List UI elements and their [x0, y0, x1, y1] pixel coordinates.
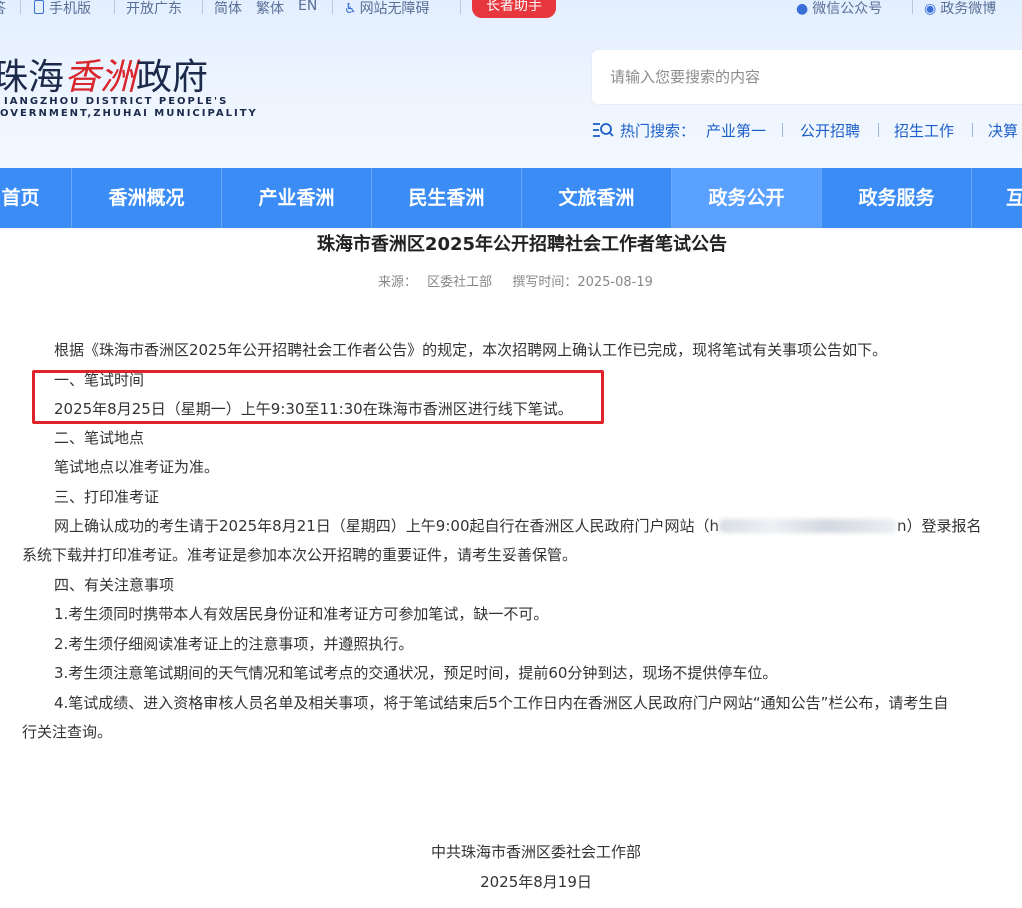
wechat-icon: ● [796, 1, 809, 17]
hot-search-item[interactable]: 决算 [988, 120, 1018, 141]
phone-icon [34, 0, 44, 14]
logo-english-line2: OVERNMENT,ZHUHAI MUNICIPALITY [0, 108, 258, 119]
topbar-separator [460, 0, 461, 14]
redacted-url [719, 519, 897, 533]
search-input[interactable] [608, 64, 1012, 90]
section-text: 网上确认成功的考生请于2025年8月21日（星期四）上午9:00起自行在香洲区人… [54, 515, 982, 536]
nav-item-overview[interactable]: 香洲概况 [72, 168, 221, 228]
topbar-separator [114, 0, 115, 14]
accessibility-icon: ♿ [344, 1, 357, 17]
topbar-separator [202, 0, 203, 14]
topbar-separator [20, 0, 21, 14]
hot-search-item[interactable]: 产业第一 [706, 120, 766, 141]
section-text-part: n）登录报名 [897, 517, 982, 535]
section-heading: 二、笔试地点 [54, 429, 145, 447]
weibo-icon: ◉ [924, 1, 937, 17]
notice-item: 1.考生须同时携带本人有效居民身份证和准考证方可参加笔试，缺一不可。 [54, 605, 549, 623]
article-meta: 来源： 区委社工部 撰写时间：2025-08-19 [378, 271, 653, 290]
wechat-label: 微信公众号 [812, 1, 883, 17]
section-text-part: 网上确认成功的考生请于2025年8月21日（星期四）上午9:00起自行在香洲区人… [54, 517, 719, 535]
english-link[interactable]: EN [298, 0, 317, 14]
intro-paragraph: 根据《珠海市香洲区2025年公开招聘社会工作者公告》的规定，本次招聘网上确认工作… [54, 341, 888, 359]
topbar-separator [332, 0, 333, 14]
nav-item-livelihood[interactable]: 民生香洲 [372, 168, 521, 228]
topbar-separator [912, 0, 913, 14]
search-box [592, 50, 1022, 104]
logo-text-red: 香洲 [64, 57, 137, 98]
section-heading: 四、有关注意事项 [54, 576, 175, 594]
notice-item: 2.考生须仔细阅读准考证上的注意事项，并遵照执行。 [54, 635, 414, 653]
source-value: 区委社工部 [427, 275, 493, 290]
search-list-icon [593, 123, 614, 137]
weibo-label: 政务微博 [940, 1, 997, 17]
section-heading: 一、笔试时间 [54, 371, 145, 389]
time-label: 撰写时间： [512, 275, 578, 290]
hot-search-separator [972, 123, 973, 137]
time-value: 2025-08-19 [577, 275, 653, 290]
notice-item: 4.笔试成绩、进入资格审核人员名单及相关事项，将于笔试结束后5个工作日内在香洲区… [54, 694, 949, 712]
nav-item-industry[interactable]: 产业香洲 [222, 168, 371, 228]
signature-org: 中共珠海市香洲区委社会工作部 [430, 843, 641, 861]
hot-search-label: 热门搜索： [620, 122, 696, 140]
section-text: 系统下载并打印准考证。准考证是参加本次公开招聘的重要证件，请考生妥善保管。 [22, 546, 578, 564]
logo-text-left: 珠海 [0, 57, 65, 98]
notice-item: 行关注查询。 [22, 723, 113, 741]
accessibility-label: 网站无障碍 [359, 1, 430, 17]
mobile-link[interactable]: 手机版 [34, 0, 91, 18]
elder-assistant-button[interactable]: 长者助手 [472, 0, 556, 18]
hot-search-item[interactable]: 公开招聘 [800, 120, 860, 141]
wechat-link[interactable]: ● 微信公众号 [796, 0, 882, 18]
accessibility-link[interactable]: ♿ 网站无障碍 [344, 0, 430, 18]
notice-item: 3.考生须注意笔试期间的天气情况和笔试考点的交通状况，预足时间，提前60分钟到达… [54, 664, 778, 682]
mobile-label: 手机版 [49, 1, 91, 17]
article-title: 珠海市香洲区2025年公开招聘社会工作者笔试公告 [316, 234, 728, 255]
logo-english-line1: IANGZHOU DISTRICT PEOPLE'S [4, 96, 229, 107]
nav-item-government-affairs[interactable]: 政务公开 [672, 168, 821, 228]
nav-item-interaction[interactable]: 互 [972, 168, 1022, 228]
weibo-link[interactable]: ◉ 政务微博 [924, 0, 996, 18]
hot-search-item[interactable]: 招生工作 [894, 120, 954, 141]
traditional-link[interactable]: 繁体 [256, 0, 284, 18]
hot-search-separator [782, 123, 783, 137]
site-header: 答 手机版 开放广东 简体 繁体 EN ♿网站无障碍 长者助手 ●微信公众号 ◉… [0, 0, 1022, 168]
top-bar: 答 手机版 开放广东 简体 繁体 EN ♿网站无障碍 长者助手 ●微信公众号 ◉… [0, 0, 1022, 18]
simplified-link[interactable]: 简体 [214, 0, 242, 18]
signature-date: 2025年8月19日 [480, 873, 592, 891]
main-nav: 首页 香洲概况 产业香洲 民生香洲 文旅香洲 政务公开 政务服务 互 [0, 168, 1022, 228]
open-guangdong-link[interactable]: 开放广东 [126, 0, 182, 18]
section-text: 笔试地点以准考证为准。 [54, 458, 220, 476]
hot-search-separator [878, 123, 879, 137]
section-heading: 三、打印准考证 [54, 488, 160, 506]
section-text: 2025年8月25日（星期一）上午9:30至11:30在珠海市香洲区进行线下笔试… [54, 400, 573, 418]
topbar-partial-link[interactable]: 答 [0, 0, 6, 18]
site-logo[interactable]: 珠海香洲政府 [0, 48, 208, 100]
source-label: 来源： [378, 275, 418, 290]
logo-text-right: 政府 [136, 57, 209, 98]
nav-item-services[interactable]: 政务服务 [822, 168, 971, 228]
nav-item-culture-tourism[interactable]: 文旅香洲 [522, 168, 671, 228]
